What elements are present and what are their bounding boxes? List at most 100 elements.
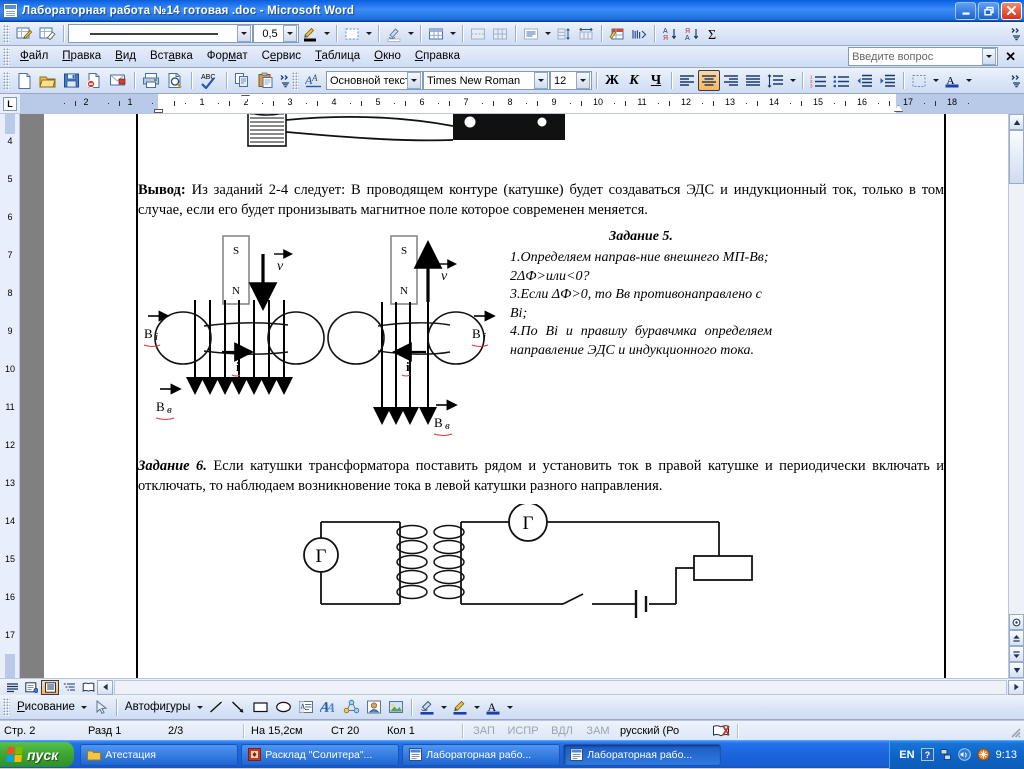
paste-icon[interactable] (254, 70, 277, 91)
increase-indent-button[interactable] (876, 70, 899, 91)
formatting-toolbar-options-button[interactable] (1010, 74, 1022, 88)
standard-toolbar-options-button[interactable] (279, 74, 291, 88)
toolbar-grip[interactable] (3, 24, 10, 43)
select-objects-icon[interactable] (90, 697, 112, 718)
vertical-scroll-track[interactable] (1009, 184, 1024, 614)
start-button[interactable]: пуск (0, 742, 75, 767)
spelling-icon[interactable]: ABC (196, 70, 222, 91)
formatting-toolbar-grip[interactable] (292, 71, 299, 90)
style-combo[interactable]: Основной текст (326, 71, 423, 90)
print-preview-icon[interactable] (163, 70, 187, 91)
tab-selector[interactable]: L (0, 94, 20, 113)
new-document-icon[interactable] (13, 70, 36, 91)
menu-help[interactable]: Справка (408, 48, 467, 65)
table-autoformat-icon[interactable] (606, 23, 628, 44)
line-weight-combo[interactable]: 0,5 (253, 24, 299, 43)
picture-icon[interactable] (385, 697, 407, 718)
status-resize-grip[interactable] (1006, 723, 1022, 739)
autoshapes-menu-button[interactable]: Автофигуры (121, 700, 194, 714)
align-justify-button[interactable] (742, 70, 764, 91)
menu-format[interactable]: Формат (200, 48, 255, 65)
status-flag-ext[interactable]: ВДЛ (544, 725, 580, 737)
permission-icon[interactable] (106, 70, 130, 91)
scroll-down-button[interactable] (1009, 662, 1024, 678)
clip-art-icon[interactable] (363, 697, 385, 718)
save-icon[interactable] (60, 70, 83, 91)
ask-a-question-input[interactable]: Введите вопрос (848, 47, 999, 66)
close-button[interactable] (1001, 1, 1022, 20)
scroll-left-button[interactable] (97, 679, 113, 695)
previous-page-button[interactable] (1009, 630, 1024, 646)
border-color-dropdown[interactable] (321, 23, 332, 44)
font-dropdown[interactable] (534, 72, 548, 89)
taskbar-item-0[interactable]: Атестация (80, 743, 239, 766)
vertical-scroll-thumb[interactable] (1009, 130, 1024, 184)
eraser-icon[interactable] (36, 23, 59, 44)
menu-view[interactable]: Вид (108, 48, 143, 65)
document-canvas[interactable]: Вывод: Из заданий 2-4 следует: В проводя… (20, 114, 1008, 678)
restore-button[interactable] (978, 1, 999, 20)
outside-border-dropdown[interactable] (930, 70, 941, 91)
decrease-indent-button[interactable] (853, 70, 876, 91)
borders-icon[interactable] (341, 23, 363, 44)
spelling-status-icon[interactable] (708, 724, 734, 738)
taskbar-item-3[interactable]: Лабораторная рабо... (563, 743, 722, 766)
outline-view-icon[interactable] (60, 680, 78, 695)
style-dropdown[interactable] (407, 72, 421, 89)
styles-and-formatting-icon[interactable]: A A (302, 70, 326, 91)
rectangle-icon[interactable] (249, 697, 272, 718)
toolbar-options-button[interactable] (1010, 27, 1022, 41)
align-center-button[interactable] (698, 70, 720, 91)
web-layout-view-icon[interactable] (22, 680, 40, 695)
taskbar-item-1[interactable]: Расклад "Солитера"... (241, 743, 400, 766)
menu-insert[interactable]: Вставка (143, 48, 200, 65)
tray-language-indicator[interactable]: EN (899, 749, 914, 761)
mail-recipient-icon[interactable] (83, 70, 106, 91)
insert-table-icon[interactable] (425, 23, 447, 44)
horizontal-scroll-track[interactable] (114, 679, 1007, 695)
merge-cells-icon[interactable] (467, 23, 489, 44)
outside-border-button[interactable] (908, 70, 930, 91)
bullets-button[interactable] (830, 70, 853, 91)
distribute-rows-icon[interactable] (553, 23, 575, 44)
underline-button[interactable]: Ч (645, 70, 667, 91)
font-color-button[interactable]: A (941, 70, 963, 91)
menu-grip[interactable] (3, 47, 10, 66)
font-combo[interactable]: Times New Roman (423, 71, 550, 90)
text-box-icon[interactable]: A (295, 697, 317, 718)
shading-color-dropdown[interactable] (405, 23, 416, 44)
print-icon[interactable] (139, 70, 163, 91)
menu-tools[interactable]: Сервис (255, 48, 308, 65)
vertical-ruler[interactable]: 4 5 6 7 8 9 10 11 12 13 14 15 16 17 (0, 114, 20, 678)
line-color-dropdown[interactable] (471, 697, 482, 718)
ask-a-question-dropdown[interactable] (982, 48, 997, 65)
network-icon[interactable] (940, 748, 952, 761)
reading-layout-view-icon[interactable] (79, 680, 97, 695)
task5-text[interactable]: Задание 5. 1.Определяем направ-ние внешн… (510, 228, 772, 360)
font-color-drawing-icon[interactable]: A (482, 697, 504, 718)
status-language[interactable]: русский (Ро (616, 725, 708, 737)
scroll-up-button[interactable] (1009, 114, 1024, 130)
line-spacing-dropdown[interactable] (787, 70, 798, 91)
align-left-button[interactable] (676, 70, 698, 91)
vertical-scrollbar[interactable] (1008, 114, 1024, 678)
line-weight-dropdown[interactable] (283, 25, 297, 42)
drawing-menu-caret[interactable] (79, 697, 90, 718)
line-icon[interactable] (205, 697, 227, 718)
borders-dropdown[interactable] (363, 23, 374, 44)
menu-file[interactable]: Файл (13, 48, 55, 65)
close-document-button[interactable]: ✕ (1003, 49, 1018, 65)
align-icon[interactable] (520, 23, 542, 44)
line-spacing-button[interactable] (764, 70, 787, 91)
border-color-icon[interactable] (299, 23, 321, 44)
task6-paragraph[interactable]: Задание 6. Если катушки трансформатора п… (138, 456, 944, 496)
sort-descending-icon[interactable]: Я A (681, 23, 703, 44)
volume-icon[interactable] (957, 748, 971, 761)
oval-icon[interactable] (272, 697, 295, 718)
draw-table-icon[interactable] (13, 23, 36, 44)
wordart-icon[interactable]: A A (317, 697, 340, 718)
open-icon[interactable] (36, 70, 60, 91)
sort-ascending-icon[interactable]: A Я (659, 23, 681, 44)
numbering-button[interactable]: 1 2 3 (807, 70, 830, 91)
next-page-button[interactable] (1009, 646, 1024, 662)
